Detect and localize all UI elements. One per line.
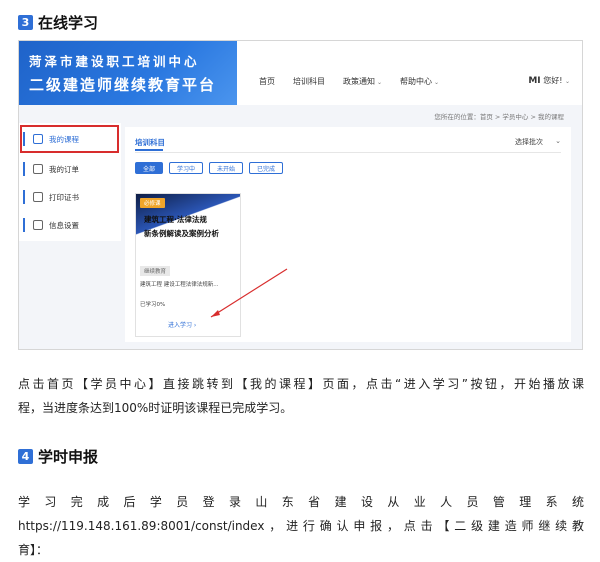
section-heading: 3 在线学习 [18,12,98,33]
section-heading: 4 学时申报 [18,446,98,467]
paragraph-line: 程，当进度条达到100%时证明该课程已完成学习。 [18,401,293,415]
paragraph-line: https://119.148.161.89:8001/const/index，… [18,519,584,533]
paragraph-line: 学习完成后学员登录山东省建设从业人员管理系统 [18,495,584,509]
section-title: 在线学习 [38,14,99,32]
paragraph-line: 点击首页【学员中心】直接跳转到【我的课程】页面，点击“进入学习”按钮，开始播放课 [18,377,584,391]
section-number-badge: 3 [18,15,33,30]
section-number-badge: 4 [18,449,33,464]
embedded-screenshot: 菏泽市建设职工培训中心 二级建造师继续教育平台 首页 培训科目 政策通知 ⌄ 帮助… [18,40,583,350]
paragraph-line: 育】： [18,543,49,557]
section-title: 学时申报 [38,448,99,466]
annotation-arrow [210,268,288,318]
